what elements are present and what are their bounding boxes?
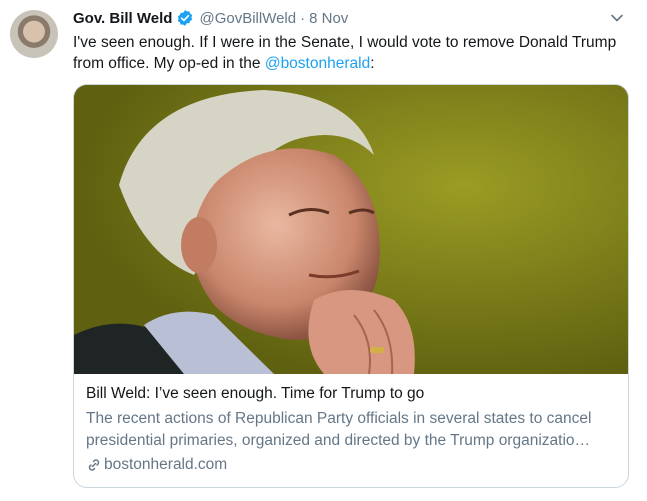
tweet-text: I've seen enough. If I were in the Senat… bbox=[73, 32, 618, 74]
mention-link[interactable]: @bostonherald bbox=[265, 55, 370, 72]
card-body: Bill Weld: I’ve seen enough. Time for Tr… bbox=[74, 383, 628, 475]
separator-dot: · bbox=[300, 9, 306, 27]
tweet[interactable]: Gov. Bill Weld @GovBillWeld · 8 Nov I've… bbox=[0, 0, 647, 501]
card-photo bbox=[74, 85, 628, 374]
author-handle[interactable]: @GovBillWeld bbox=[199, 10, 296, 27]
link-icon bbox=[88, 458, 100, 471]
avatar[interactable] bbox=[10, 10, 58, 58]
tweet-date[interactable]: 8 Nov bbox=[309, 10, 348, 27]
author-name[interactable]: Gov. Bill Weld bbox=[73, 10, 172, 27]
card-description: The recent actions of Republican Party o… bbox=[86, 410, 592, 449]
chevron-down-icon[interactable] bbox=[609, 10, 625, 26]
tweet-text-end: : bbox=[370, 55, 375, 72]
link-card[interactable]: Bill Weld: I’ve seen enough. Time for Tr… bbox=[73, 84, 629, 488]
verified-badge-icon bbox=[178, 10, 193, 26]
card-image[interactable] bbox=[74, 85, 628, 374]
card-domain[interactable]: bostonherald.com bbox=[86, 454, 616, 475]
card-domain-label: bostonherald.com bbox=[104, 456, 228, 473]
tweet-header: Gov. Bill Weld @GovBillWeld · 8 Nov bbox=[73, 8, 348, 28]
card-title[interactable]: Bill Weld: I’ve seen enough. Time for Tr… bbox=[86, 383, 616, 404]
